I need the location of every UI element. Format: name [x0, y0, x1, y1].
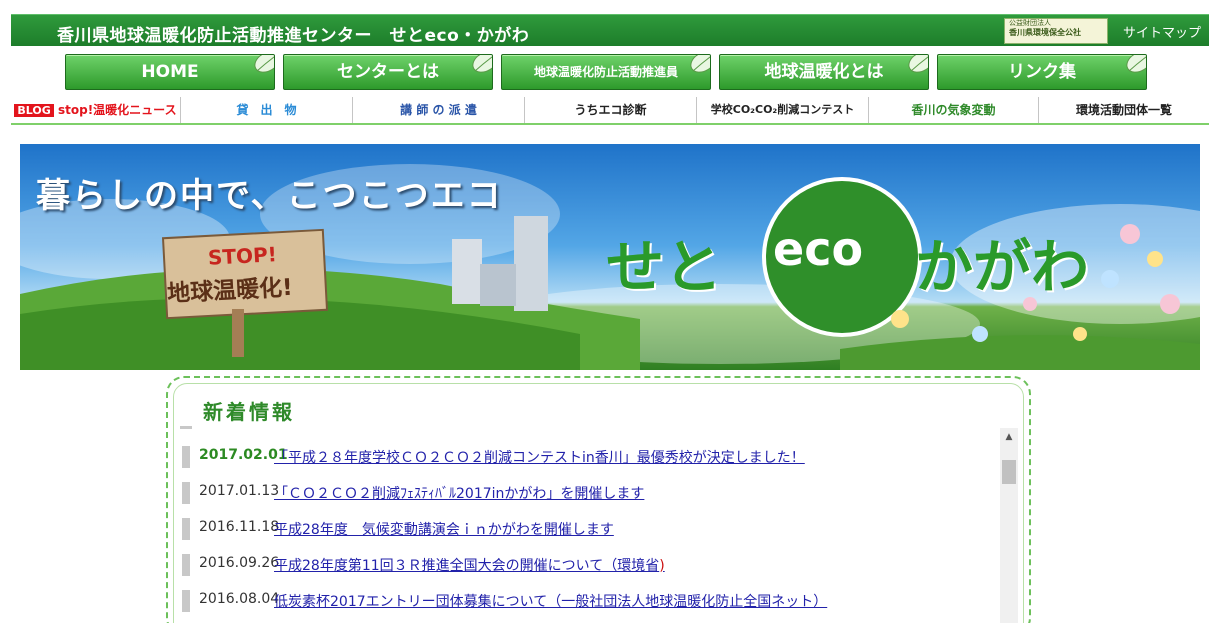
- sub-nav: BLOG stop!温暖化ニュース 貸 出 物 講 師 の 派 遣 うちエコ診断…: [11, 97, 1209, 125]
- leaf-icon: [472, 55, 492, 73]
- subnav-label: 講 師 の 派 遣: [400, 103, 477, 117]
- nav-label: センターとは: [337, 62, 439, 82]
- news-item: 2016.08.04 低炭素杯2017エントリー団体募集について（一般社団法人地…: [182, 584, 988, 620]
- hero-banner: 暮らしの中で、こつこつエコ STOP! 地球温暖化! せと eco かがわ: [20, 144, 1200, 370]
- leaf-icon: [690, 55, 710, 73]
- news-link-text: 平成28年度第11回３Ｒ推進全国大会の開催について（環境省: [274, 558, 660, 574]
- subnav-blog[interactable]: BLOG stop!温暖化ニュース: [11, 97, 181, 123]
- site-header: 香川県地球温暖化防止活動推進センター せとeco・かがわ 公益財団法人 香川県環…: [11, 14, 1209, 46]
- subnav-label: 貸 出 物: [236, 103, 297, 117]
- nav-global-warming-button[interactable]: 地球温暖化とは: [719, 54, 929, 90]
- org-logo-line2: 香川県環境保全公社: [1009, 28, 1081, 37]
- subnav-label: 香川の気象変動: [911, 103, 996, 117]
- org-logo[interactable]: 公益財団法人 香川県環境保全公社: [1004, 18, 1108, 44]
- news-bullet: [182, 446, 190, 468]
- stop-sign-subtext: 地球温暖化!: [166, 274, 294, 308]
- nav-label: 地球温暖化防止活動推進員: [533, 65, 678, 79]
- news-date: 2016.08.04: [199, 591, 280, 607]
- subnav-label: うちエコ診断: [574, 103, 647, 117]
- page: 香川県地球温暖化防止活動推進センター せとeco・かがわ 公益財団法人 香川県環…: [0, 0, 1220, 623]
- news-scrollbar[interactable]: ▲: [1000, 428, 1018, 623]
- blog-badge: BLOG: [14, 104, 54, 117]
- news-link[interactable]: 平成28年度 気候変動講演会ｉｎかがわを開催します: [274, 519, 614, 539]
- leaf-icon: [908, 55, 928, 73]
- subnav-lecturer[interactable]: 講 師 の 派 遣: [353, 97, 525, 123]
- news-item: 2016.11.18 平成28年度 気候変動講演会ｉｎかがわを開催します: [182, 512, 988, 548]
- news-list: 2017.02.01 「平成２８年度学校ＣＯ２ＣＯ２削減コンテストin香川」最優…: [182, 440, 988, 620]
- scroll-up-arrow-icon[interactable]: ▲: [1000, 428, 1018, 446]
- news-bullet: [182, 482, 190, 504]
- news-item: 2017.01.13 「ＣＯ２ＣＯ２削減ﾌｪｽﾃｨﾊﾞﾙ2017inかがわ」を開…: [182, 476, 988, 512]
- news-link[interactable]: 「平成２８年度学校ＣＯ２ＣＯ２削減コンテストin香川」最優秀校が決定しました！: [274, 447, 805, 467]
- leaf-icon: [1126, 55, 1146, 73]
- news-link[interactable]: 低炭素杯2017エントリー団体募集について（一般社団法人地球温暖化防止全国ネット…: [274, 591, 827, 611]
- subnav-kagawa-climate[interactable]: 香川の気象変動: [869, 97, 1039, 123]
- sitemap-link[interactable]: サイトマップ: [1123, 22, 1201, 41]
- subnav-label: stop!温暖化ニュース: [57, 103, 177, 117]
- subnav-env-groups[interactable]: 環境活動団体一覧: [1039, 97, 1209, 123]
- news-bullet: [182, 554, 190, 576]
- news-item: 2017.02.01 「平成２８年度学校ＣＯ２ＣＯ２削減コンテストin香川」最優…: [182, 440, 988, 476]
- news-date: 2017.01.13: [199, 483, 280, 499]
- banner-tagline: 暮らしの中で、こつこつエコ: [36, 176, 503, 216]
- main-nav: HOME センターとは 地球温暖化防止活動推進員 地球温暖化とは リンク集: [65, 50, 1155, 92]
- nav-label: HOME: [141, 62, 199, 82]
- subnav-lending[interactable]: 貸 出 物: [181, 97, 353, 123]
- news-title: 新着情報: [203, 400, 295, 424]
- stop-sign-text: STOP!: [207, 242, 278, 270]
- subnav-label: 環境活動団体一覧: [1075, 103, 1172, 117]
- org-logo-line1: 公益財団法人: [1009, 19, 1051, 27]
- nav-label: リンク集: [1008, 62, 1076, 82]
- news-link[interactable]: 「ＣＯ２ＣＯ２削減ﾌｪｽﾃｨﾊﾞﾙ2017inかがわ」を開催します: [274, 483, 644, 503]
- nav-links-button[interactable]: リンク集: [937, 54, 1147, 90]
- news-item: 2016.09.26 平成28年度第11回３Ｒ推進全国大会の開催について（環境省…: [182, 548, 988, 584]
- nav-promoters-button[interactable]: 地球温暖化防止活動推進員: [501, 54, 711, 90]
- news-bullet: [182, 518, 190, 540]
- leaf-icon: [254, 55, 274, 73]
- news-date: 2016.09.26: [199, 555, 280, 571]
- site-title[interactable]: 香川県地球温暖化防止活動推進センター せとeco・かがわ: [57, 21, 529, 46]
- scrollbar-thumb[interactable]: [1002, 460, 1016, 484]
- subnav-label: 学校CO₂CO₂削減コンテスト: [710, 103, 855, 116]
- nav-label: 地球温暖化とは: [764, 62, 884, 82]
- news-title-divider: [180, 426, 192, 429]
- news-link[interactable]: 平成28年度第11回３Ｒ推進全国大会の開催について（環境省): [274, 555, 665, 575]
- nav-home-button[interactable]: HOME: [65, 54, 275, 90]
- news-link-paren: ): [659, 558, 665, 574]
- news-panel: 新着情報 2017.02.01 「平成２８年度学校ＣＯ２ＣＯ２削減コンテストin…: [166, 376, 1031, 623]
- subnav-school-co2-contest[interactable]: 学校CO₂CO₂削減コンテスト: [697, 97, 869, 123]
- nav-center-button[interactable]: センターとは: [283, 54, 493, 90]
- logo-eco: eco: [773, 222, 864, 276]
- logo-kagawa: かがわ: [915, 233, 1090, 301]
- news-date: 2016.11.18: [199, 519, 280, 535]
- subnav-home-eco-diagnosis[interactable]: うちエコ診断: [525, 97, 697, 123]
- logo-seto: せと: [606, 233, 723, 301]
- news-bullet: [182, 590, 190, 612]
